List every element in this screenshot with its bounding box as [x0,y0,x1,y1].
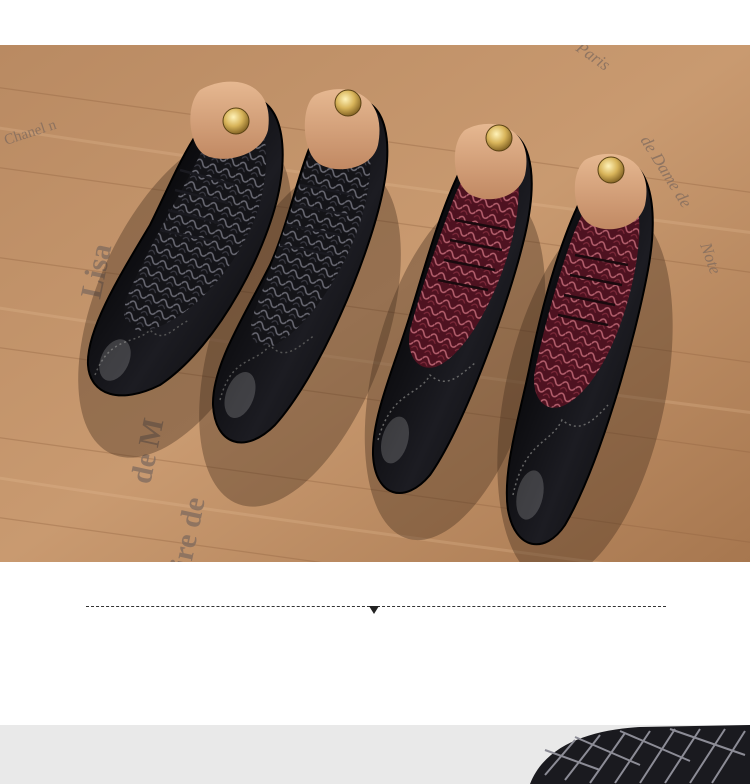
product-detail-page: Chanel n Lisa de M ire de Paris de Dame … [0,0,750,784]
product-photo-next-cropped [0,725,750,784]
section-divider [86,604,666,618]
triangle-down-icon [369,606,379,614]
product-photo-brogue-shoes: Chanel n Lisa de M ire de Paris de Dame … [0,45,750,562]
